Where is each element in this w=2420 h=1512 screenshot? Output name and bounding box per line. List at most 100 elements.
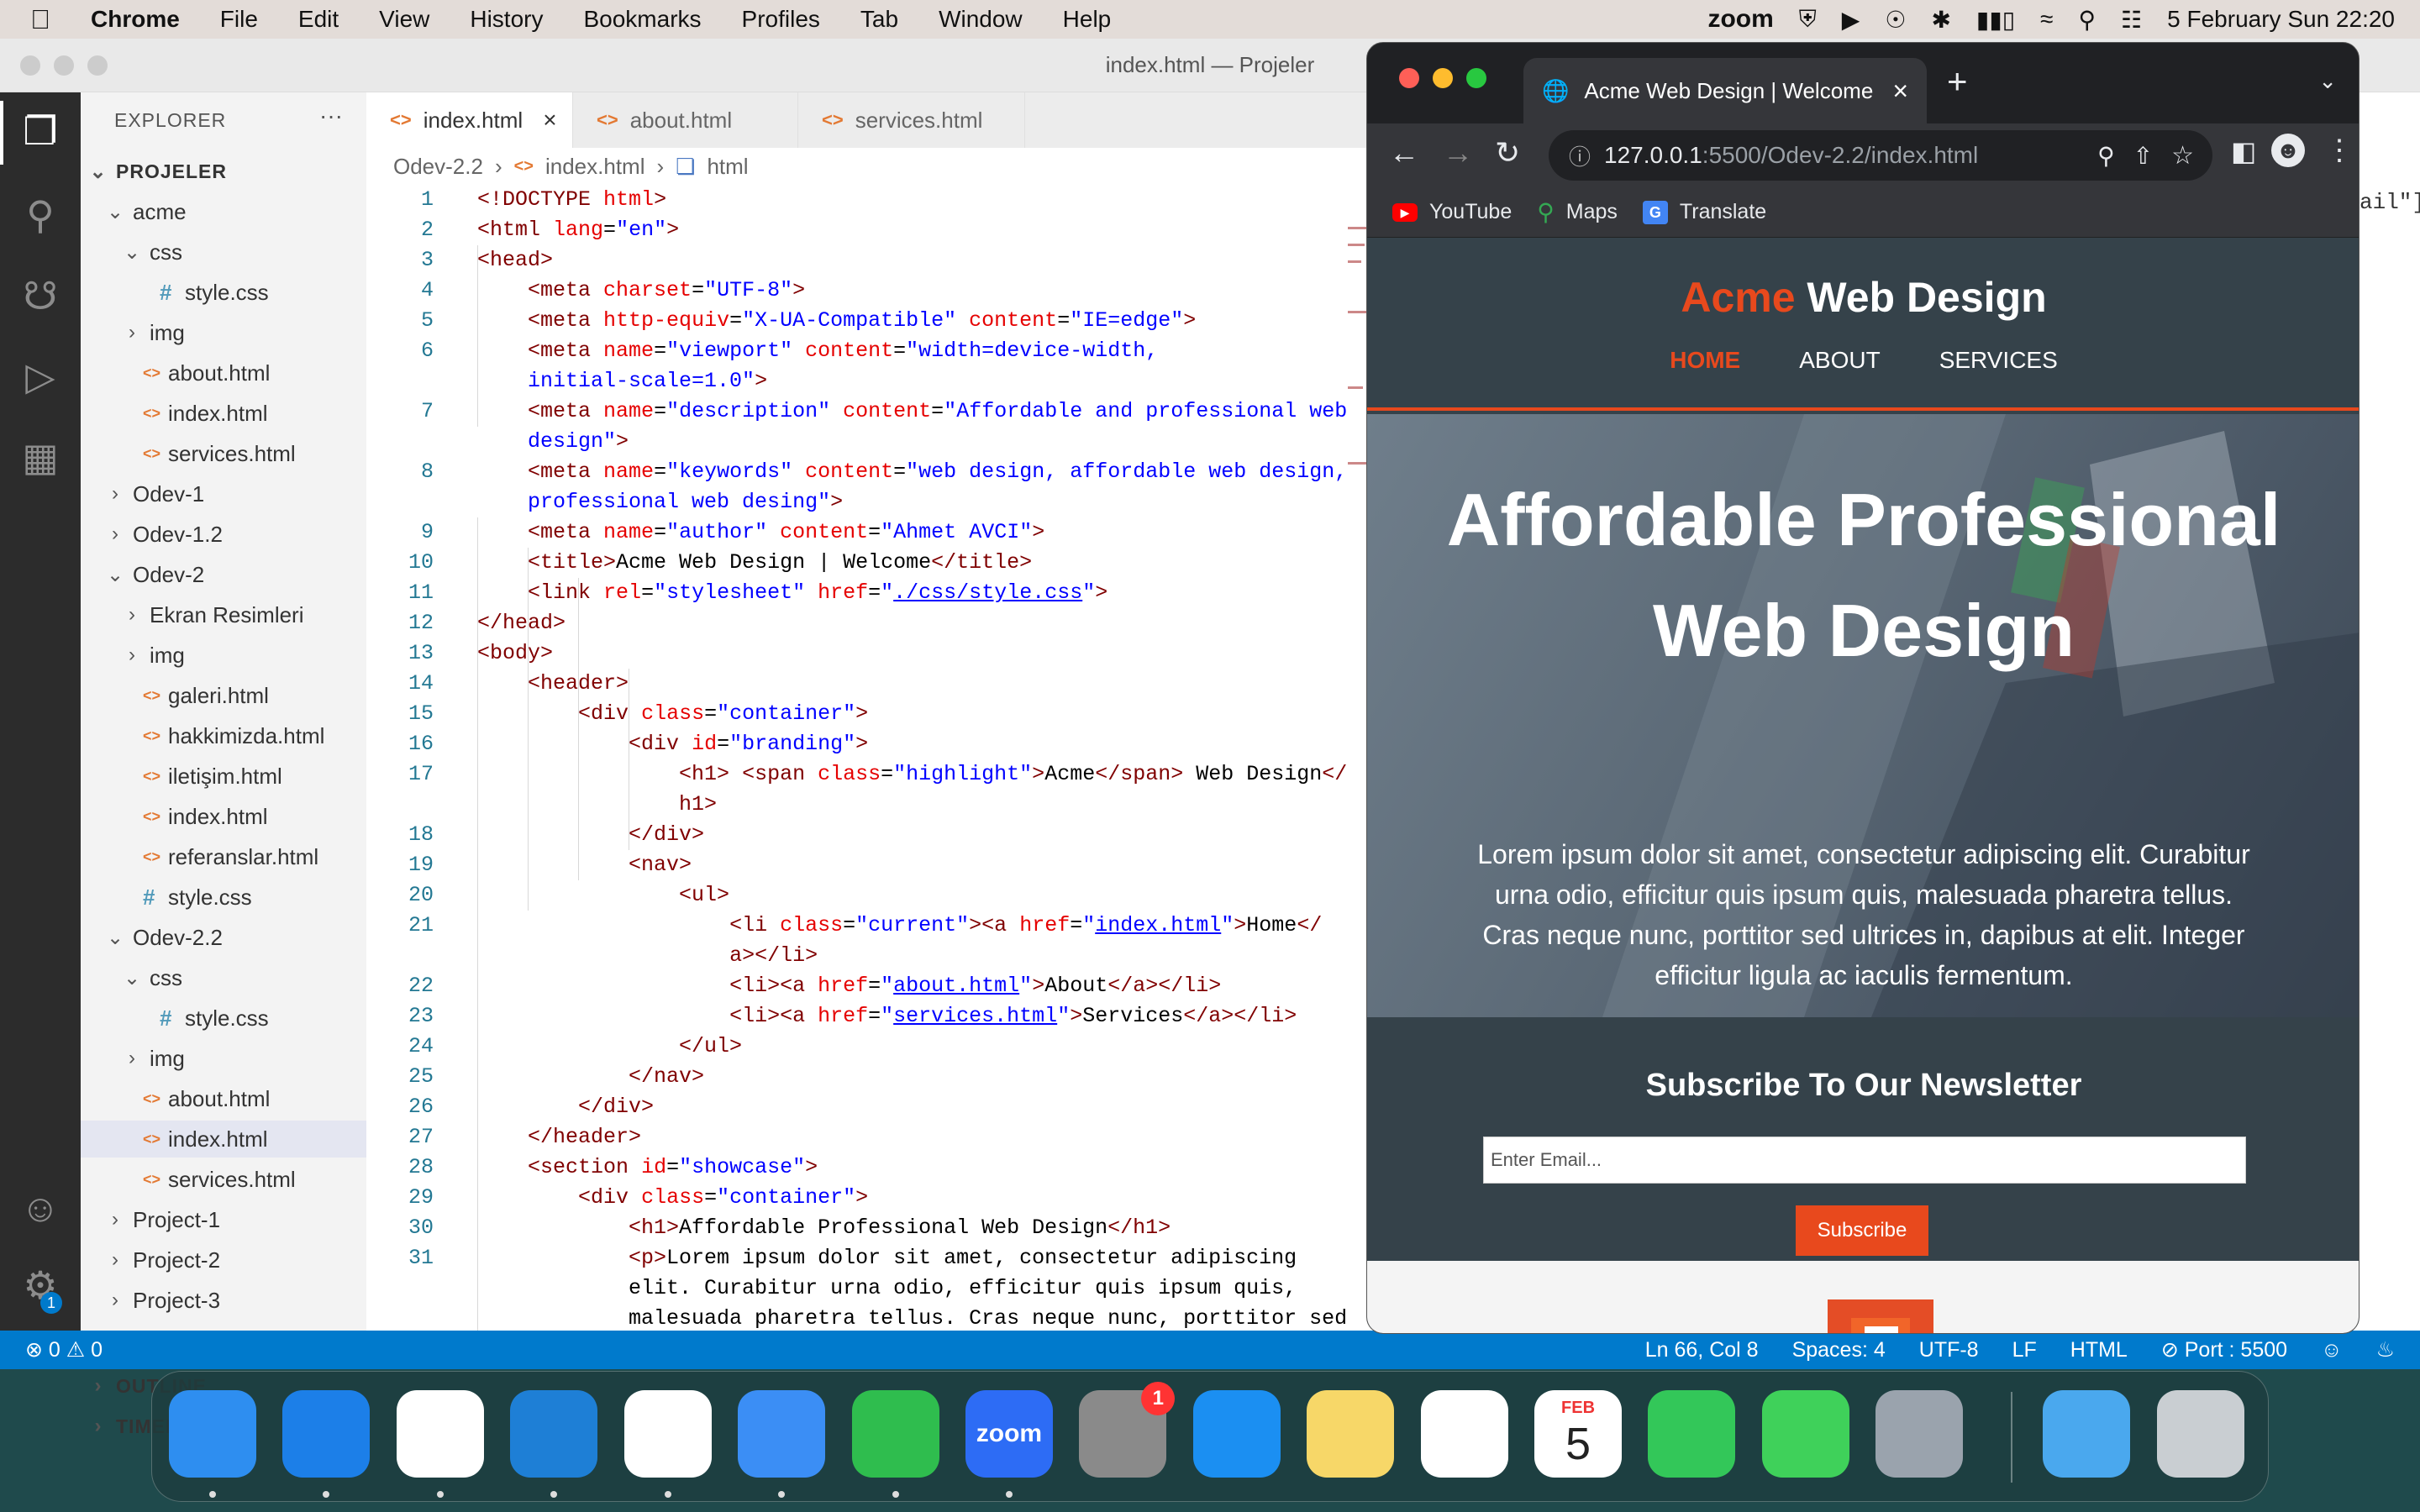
explorer-files-icon[interactable]: ❐ <box>17 108 64 155</box>
tree-file[interactable]: <> services.html <box>81 435 366 472</box>
forward-arrow-icon[interactable]: → <box>1443 135 1473 171</box>
slack-icon[interactable] <box>623 1390 712 1478</box>
search-icon[interactable]: ⚲ <box>17 192 64 239</box>
accessibility-icon[interactable]: ☉ <box>1885 6 1906 34</box>
facetime-icon[interactable] <box>1648 1390 1736 1478</box>
bluetooth-icon[interactable]: ✱ <box>1931 6 1950 34</box>
nav-about-link[interactable]: ABOUT <box>1799 347 1880 374</box>
tree-file[interactable]: <> index.html <box>81 395 366 432</box>
tree-folder[interactable]: › Odev-1.2 <box>81 516 366 553</box>
browser-tab-active[interactable]: 🌐 Acme Web Design | Welcome × <box>1523 58 1927 123</box>
mail-icon[interactable] <box>738 1390 826 1478</box>
tree-section-projeler[interactable]: ⌄ PROJELER <box>81 153 366 190</box>
whatsapp-icon[interactable] <box>851 1390 939 1478</box>
explorer-more-icon[interactable]: ··· <box>319 102 343 129</box>
menu-help[interactable]: Help <box>1063 6 1112 33</box>
zoom-status-item[interactable]: zoom <box>1707 5 1773 34</box>
bookmark-maps[interactable]: ⚲ Maps <box>1537 198 1618 226</box>
bookmark-youtube[interactable]: ▶ YouTube <box>1392 200 1512 224</box>
tab-about-html[interactable]: <> about.html <box>573 92 798 148</box>
play-icon[interactable]: ▶ <box>1842 6 1860 34</box>
cursor-position[interactable]: Ln 66, Col 8 <box>1645 1338 1759 1362</box>
battery-icon[interactable]: ▮▮▯ <box>1976 6 2015 34</box>
tree-file[interactable]: # style.css <box>81 879 366 916</box>
window-close-button[interactable] <box>1399 68 1419 88</box>
tree-file[interactable]: # style.css <box>81 274 366 311</box>
vscode-icon[interactable] <box>510 1390 598 1478</box>
menu-view[interactable]: View <box>379 6 429 33</box>
close-tab-icon[interactable]: × <box>1892 76 1908 107</box>
calendar-icon[interactable]: FEB 5 <box>1534 1390 1623 1478</box>
extensions-icon[interactable]: ▦ <box>17 433 64 480</box>
tree-folder[interactable]: ⌄ css <box>81 959 366 996</box>
tree-folder[interactable]: › Ekran Resimleri <box>81 596 366 633</box>
menu-tab[interactable]: Tab <box>860 6 898 33</box>
tree-folder[interactable]: ⌄ css <box>81 234 366 270</box>
back-arrow-icon[interactable]: ← <box>1389 135 1419 171</box>
tree-file[interactable]: # style.css <box>81 1000 366 1037</box>
tree-folder[interactable]: ⌄ Odev-2.2 <box>81 919 366 956</box>
tree-file[interactable]: <> index.html <box>81 798 366 835</box>
indentation-setting[interactable]: Spaces: 4 <box>1792 1338 1886 1362</box>
reload-icon[interactable]: ↻ <box>1495 135 1520 171</box>
problems-counter[interactable]: ⊗ 0 ⚠ 0 <box>25 1337 103 1362</box>
close-tab-icon[interactable]: × <box>543 107 556 134</box>
safari-icon[interactable] <box>282 1390 371 1478</box>
email-input[interactable]: Enter Email... <box>1483 1137 2246 1184</box>
zoom-magnifier-icon[interactable]: ⚲ <box>2097 142 2115 170</box>
live-server-port[interactable]: ⊘ Port : 5500 <box>2161 1337 2287 1362</box>
tree-folder[interactable]: › Project-3 <box>81 1282 366 1319</box>
shield-icon[interactable]: ⛨ <box>1799 6 1817 34</box>
tree-folder[interactable]: › Project-1 <box>81 1201 366 1238</box>
menu-window[interactable]: Window <box>939 6 1023 33</box>
notes-icon[interactable] <box>1307 1390 1395 1478</box>
tree-folder[interactable]: ⌄ Odev-2 <box>81 556 366 593</box>
tree-file[interactable]: <> index.html <box>81 1121 366 1158</box>
tab-services-html[interactable]: <> services.html <box>798 92 1025 148</box>
tree-folder[interactable]: › img <box>81 1040 366 1077</box>
menubar-clock[interactable]: 5 February Sun 22:20 <box>2167 6 2395 33</box>
control-center-icon[interactable]: ☷ <box>2121 6 2142 34</box>
bookmark-translate[interactable]: G Translate <box>1642 200 1766 224</box>
breadcrumb-file[interactable]: index.html <box>545 154 645 180</box>
nav-services-link[interactable]: SERVICES <box>1939 347 2058 374</box>
tree-folder[interactable]: ⌄ acme <box>81 193 366 230</box>
app-menu-chrome[interactable]: Chrome <box>91 6 180 33</box>
feedback-icon[interactable]: ☺ <box>2321 1338 2343 1362</box>
web-page-viewport[interactable]: Acme Web Design HOME ABOUT SERVICES Affo… <box>1367 238 2359 1333</box>
subscribe-button[interactable]: Subscribe <box>1796 1205 1928 1256</box>
chrome-icon[interactable] <box>396 1390 484 1478</box>
spotlight-search-icon[interactable]: ⚲ <box>2079 6 2096 34</box>
trash-icon[interactable] <box>2157 1390 2244 1478</box>
address-bar[interactable]: ⓘ 127.0.0.1 :5500/Odev-2.2/index.html ⚲ … <box>1549 130 2212 181</box>
code-editor[interactable]: 1 <!DOCTYPE html> 2 <html lang="en"> 3 <head>… <box>366 185 1366 1369</box>
tree-folder[interactable]: › Project-2 <box>81 1242 366 1278</box>
window-zoom-button[interactable] <box>1466 68 1486 88</box>
zoom-icon[interactable]: zoom <box>965 1390 1053 1478</box>
side-panel-icon[interactable]: ◧ <box>2231 135 2256 167</box>
tree-folder[interactable]: › img <box>81 314 366 351</box>
wifi-icon[interactable]: ≈ <box>2040 6 2053 33</box>
menu-profiles[interactable]: Profiles <box>742 6 820 33</box>
tree-file[interactable]: <> hakkimizda.html <box>81 717 366 754</box>
tab-index-html[interactable]: <> index.html × <box>366 92 573 148</box>
breadcrumb-folder[interactable]: Odev-2.2 <box>393 154 483 180</box>
chrome-menu-kebab-icon[interactable]: ⋮ <box>2325 134 2354 167</box>
tree-file[interactable]: <> referanslar.html <box>81 838 366 875</box>
app-store-icon[interactable] <box>1192 1390 1281 1478</box>
finder-icon[interactable] <box>169 1390 256 1478</box>
share-icon[interactable]: ⇧ <box>2133 142 2153 170</box>
system-settings-icon[interactable]: 1 <box>1079 1382 1176 1478</box>
tree-file[interactable]: <> galeri.html <box>81 677 366 714</box>
photos-icon[interactable] <box>1420 1390 1508 1478</box>
notifications-bell-icon[interactable]: ♨ <box>2376 1337 2395 1362</box>
source-control-icon[interactable]: ☋ <box>17 272 64 319</box>
bookmark-star-icon[interactable]: ☆ <box>2171 141 2194 171</box>
tree-file[interactable]: <> about.html <box>81 354 366 391</box>
language-mode[interactable]: HTML <box>2070 1338 2128 1362</box>
tree-file[interactable]: <> services.html <box>81 1161 366 1198</box>
profile-avatar-icon[interactable]: ☻ <box>2271 134 2305 167</box>
tree-file[interactable]: <> about.html <box>81 1080 366 1117</box>
window-minimize-button[interactable] <box>1433 68 1453 88</box>
new-tab-plus-icon[interactable]: + <box>1947 61 1968 102</box>
